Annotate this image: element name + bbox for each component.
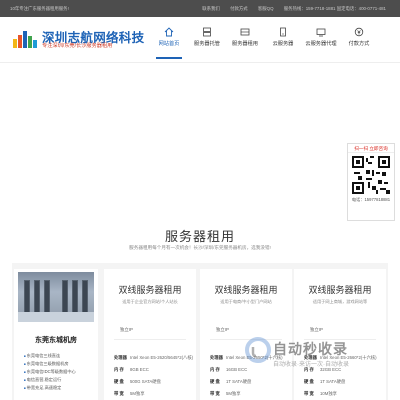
contact-link[interactable]: 联系我们: [202, 6, 220, 11]
nav-label: 付款方式: [348, 41, 370, 47]
watermark: 自动秒收录 自动收录·来访一次·自动收录: [245, 337, 385, 379]
watermark-title: 自动秒收录: [273, 341, 348, 357]
nav-item-payment[interactable]: 付款方式: [340, 23, 378, 59]
product-desc: 适用于网上商城，游戏网站等: [312, 299, 368, 304]
feature-item: 带宽充足,高速稳定: [24, 384, 76, 392]
spec-memory: 内 存 16GB ECC: [210, 367, 248, 372]
feature-item: 东莞电信三级数据机房: [24, 360, 76, 368]
section-subtitle: 服务器租用每个月有一次机会！长沙/深圳/东莞服务器机房，选我没错!: [129, 245, 271, 250]
spec-bandwidth: 带 宽 5M独享: [210, 391, 241, 396]
datacenter-photo: [18, 272, 94, 322]
product-card-2[interactable]: 双线服务器租用 适用于电商/中小型门户网站 独立IP 处理器 Intel Xeon…: [200, 269, 292, 400]
datacenter-features: 东莞电信三线直连 东莞电信三级数据机房 东莞电信IDC等级数据中心 电信直营,稳…: [24, 352, 76, 392]
product-ip: 独立IP: [120, 327, 133, 332]
product-card-1[interactable]: 双线服务器租用 适用于企业官方网站/个人站长 独立IP 处理器 Intel Xeo…: [104, 269, 196, 400]
qr-title: 扫一扫 立即咨询: [348, 144, 394, 153]
main-nav: 网站首页 服务器托管 服务器租用 云服务器 云服务器代理 付款方式: [150, 23, 378, 59]
logo-icon[interactable]: [12, 27, 40, 49]
nav-item-hosting[interactable]: 服务器托管: [188, 23, 226, 59]
qr-phone: 电话：15977818881: [351, 197, 391, 202]
top-bar-links: 联系我们 付款方式 客服QQ 服务热线：159-7718-1881 固定电话：4…: [193, 6, 386, 12]
top-bar: 10年专注广东服务器租用服务! 联系我们 付款方式 客服QQ 服务热线：159-…: [0, 0, 400, 17]
qq-link[interactable]: 客服QQ: [258, 6, 274, 11]
payment-icon: [354, 27, 364, 37]
nav-label: 服务器托管: [194, 41, 220, 47]
server-rack-icon: [240, 28, 250, 36]
nav-label: 服务器租用: [232, 41, 258, 47]
hotline-text: 服务热线：159-7718-1881 固定电话：400-0771-481: [283, 6, 386, 11]
spec-bandwidth: 带 宽 5M独享: [114, 391, 145, 396]
datacenter-card[interactable]: 东莞东城机房 东莞电信三线直连 东莞电信三级数据机房 东莞电信IDC等级数据中心…: [14, 269, 98, 400]
spec-memory: 内 存 8GB ECC: [114, 367, 149, 372]
rental-content: 东莞东城机房 东莞电信三线直连 东莞电信三级数据机房 东莞电信IDC等级数据中心…: [12, 263, 388, 400]
product-title: 双线服务器租用: [308, 285, 372, 295]
nav-label: 云服务器代理: [305, 41, 337, 47]
server-icon: [203, 27, 211, 37]
home-icon: [164, 27, 174, 37]
qr-code-icon: [352, 156, 390, 194]
datacenter-name: 东莞东城机房: [35, 337, 77, 344]
nav-item-home[interactable]: 网站首页: [150, 23, 188, 59]
brand-slogan: 专注深圳/东莞/长沙服务器租用: [42, 43, 113, 49]
feature-item: 东莞电信三线直连: [24, 352, 76, 360]
banner: [0, 63, 400, 215]
spec-disk: 硬 盘 1T SATA硬盘: [304, 379, 346, 384]
product-ip: 独立IP: [216, 327, 229, 332]
nav-item-cloud-proxy[interactable]: 云服务器代理: [302, 23, 340, 59]
feature-item: 电信直营,稳定运行: [24, 376, 76, 384]
product-ip: 独立IP: [310, 327, 323, 332]
feature-item: 东莞电信IDC等级数据中心: [24, 368, 76, 376]
cloud-icon: [280, 27, 286, 37]
nav-item-cloud[interactable]: 云服务器: [264, 23, 302, 59]
cloud-proxy-icon: [316, 28, 326, 37]
product-card-3[interactable]: 双线服务器租用 适用于网上商城，游戏网站等 独立IP 处理器 Intel Xeon…: [294, 269, 386, 400]
watermark-subtitle: 自动收录·来访一次·自动收录: [273, 362, 349, 368]
section-title: 服务器租用: [164, 229, 235, 244]
top-bar-welcome: 10年专注广东服务器租用服务!: [10, 6, 69, 11]
watermark-logo-icon: [245, 337, 271, 363]
nav-item-rental[interactable]: 服务器租用: [226, 23, 264, 59]
product-desc: 适用于电商/中小型门户网站: [220, 299, 272, 304]
nav-label: 网站首页: [158, 41, 180, 47]
qr-consult-panel[interactable]: 扫一扫 立即咨询 电话：15977818881: [347, 143, 395, 221]
nav-label: 云服务器: [272, 41, 294, 47]
product-title: 双线服务器租用: [214, 285, 278, 295]
spec-bandwidth: 带 宽 10M独享: [304, 391, 337, 396]
spec-disk: 硬 盘 500G SATA硬盘: [114, 379, 161, 384]
spec-disk: 硬 盘 1T SATA硬盘: [210, 379, 252, 384]
spec-cpu: 处理器 Intel Xeon E5-2620/5645*2(八核): [114, 355, 194, 360]
product-desc: 适用于企业官方网站/个人站长: [122, 299, 178, 304]
payment-link[interactable]: 付款方式: [230, 6, 248, 11]
site-header: 深圳志航网络科技 专注深圳/东莞/长沙服务器租用 网站首页 服务器托管 服务器租…: [0, 17, 400, 63]
product-title: 双线服务器租用: [118, 285, 182, 295]
